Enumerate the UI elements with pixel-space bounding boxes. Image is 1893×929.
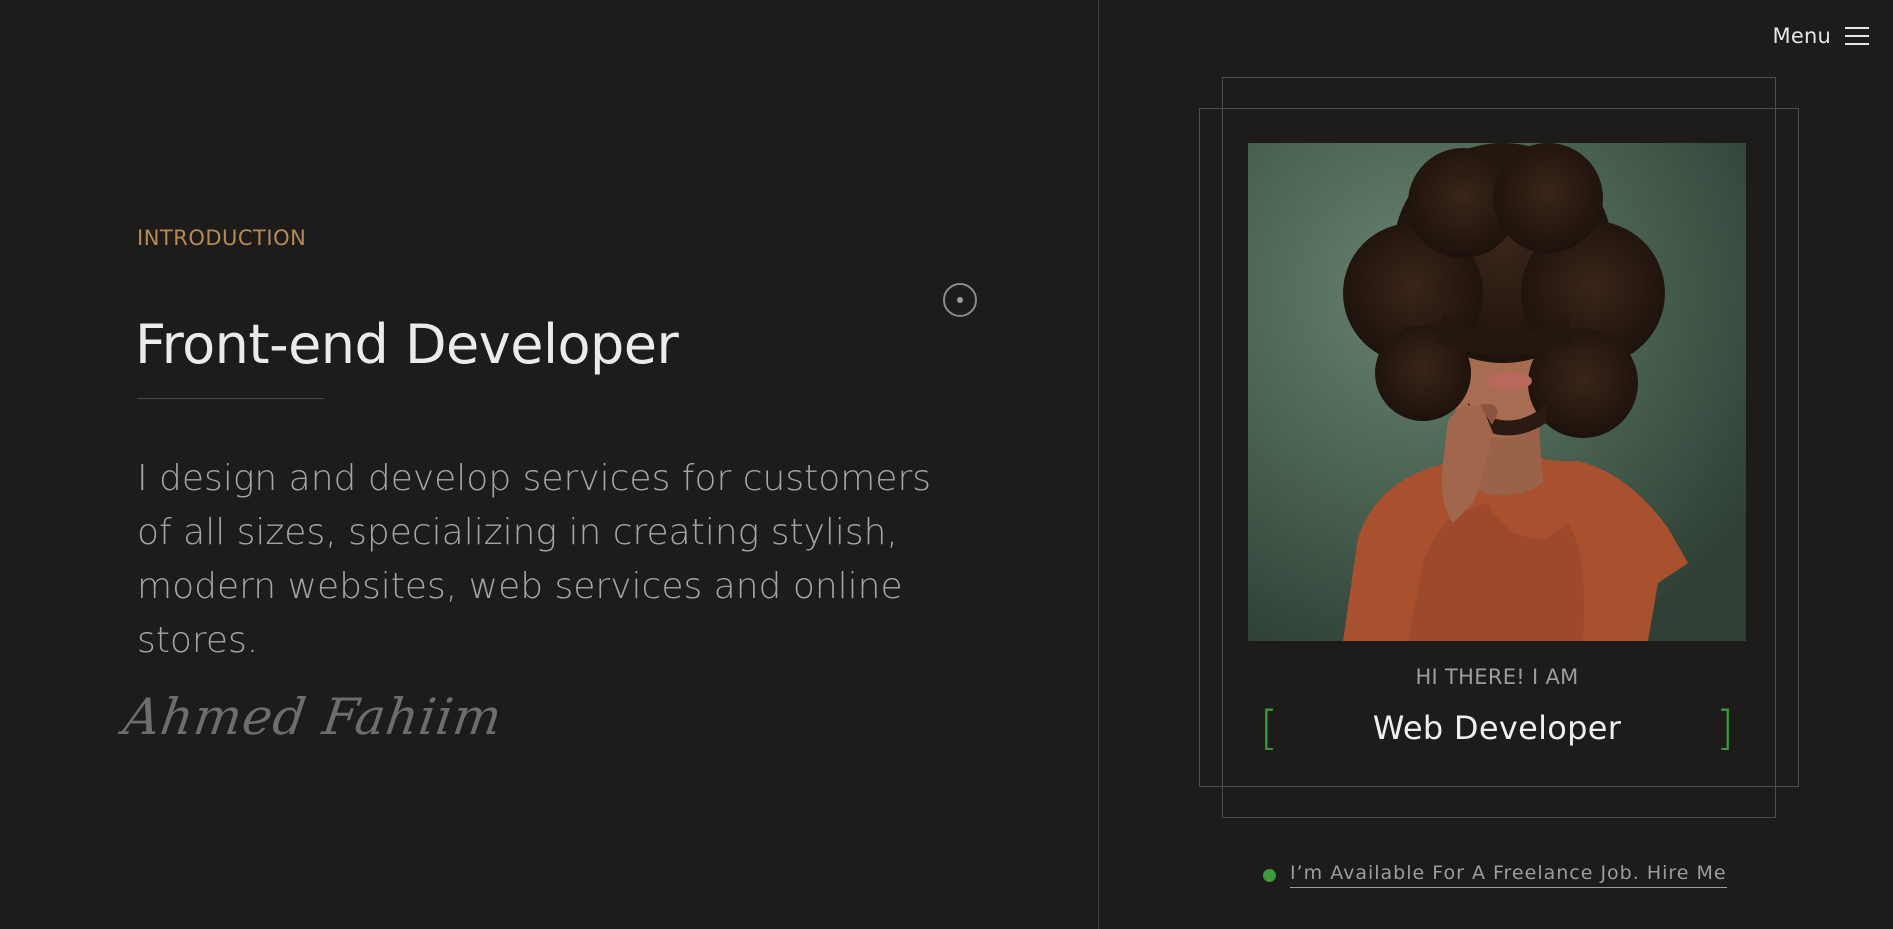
scroll-indicator-icon[interactable] — [943, 283, 977, 317]
status-dot-icon — [1263, 868, 1276, 882]
right-bracket: ] — [1716, 701, 1734, 755]
section-eyebrow: INTRODUCTION — [137, 226, 307, 250]
menu-button[interactable]: Menu — [1773, 24, 1869, 48]
hamburger-icon[interactable] — [1845, 27, 1869, 45]
role-title: Web Developer — [1372, 709, 1622, 747]
left-bracket: [ — [1260, 701, 1278, 755]
page-title: Front-end Developer — [135, 313, 679, 376]
profile-photo — [1248, 143, 1746, 641]
availability-row: I’m Available For A Freelance Job. Hire … — [1263, 862, 1727, 888]
greeting-label: HI THERE! I AM — [1415, 665, 1579, 689]
intro-description: I design and develop services for custom… — [137, 458, 932, 661]
signature: Ahmed Fahiim — [119, 688, 506, 746]
role-row: [ Web Developer ] — [1260, 700, 1734, 756]
page: Menu INTRODUCTION Front-end Developer I … — [0, 0, 1893, 929]
title-underline — [137, 398, 324, 399]
menu-label: Menu — [1772, 24, 1831, 48]
vertical-divider — [1098, 0, 1099, 929]
hire-me-link[interactable]: I’m Available For A Freelance Job. Hire … — [1290, 862, 1727, 888]
